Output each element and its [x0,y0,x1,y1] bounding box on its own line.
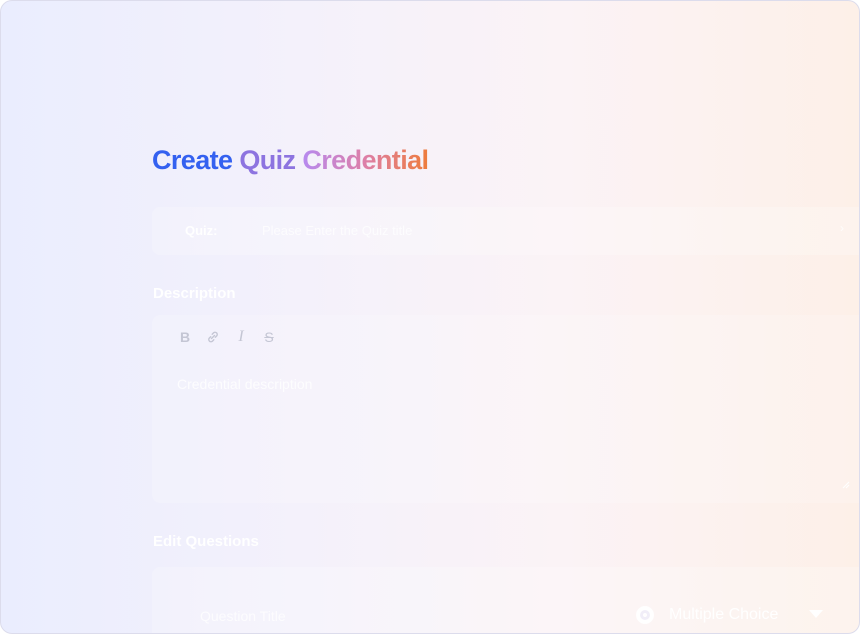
radio-icon [636,606,654,624]
description-editor[interactable]: B I S Credential description [152,315,859,503]
question-type-select[interactable]: Multiple Choice [669,606,778,624]
question-title-input[interactable]: Question Title [200,608,286,624]
resize-handle-icon[interactable] [840,479,850,489]
title-word-credential: Credential [302,145,429,175]
edit-questions-label: Edit Questions [153,533,259,550]
description-input[interactable]: Credential description [177,376,312,392]
quiz-title-input[interactable]: Please Enter the Quiz title [262,223,412,238]
caret-down-icon[interactable] [809,610,823,618]
chevron-right-icon[interactable]: › [840,221,844,235]
editor-toolbar: B I S [178,329,276,346]
question-card: Question Title Multiple Choice [152,567,859,633]
title-word-create: Create [152,145,233,175]
page-title: Create Quiz Credential [152,144,429,176]
create-quiz-credential-window: Create Quiz Credential Quiz: Please Ente… [0,0,860,634]
description-label: Description [153,285,236,302]
quiz-label: Quiz: [185,223,218,238]
bold-button[interactable]: B [178,329,192,345]
link-icon[interactable] [206,329,220,345]
strikethrough-button[interactable]: S [262,329,276,345]
quiz-select-field[interactable]: Quiz: Please Enter the Quiz title › [152,207,859,255]
italic-button[interactable]: I [234,329,248,345]
title-word-quiz: Quiz [239,145,296,175]
